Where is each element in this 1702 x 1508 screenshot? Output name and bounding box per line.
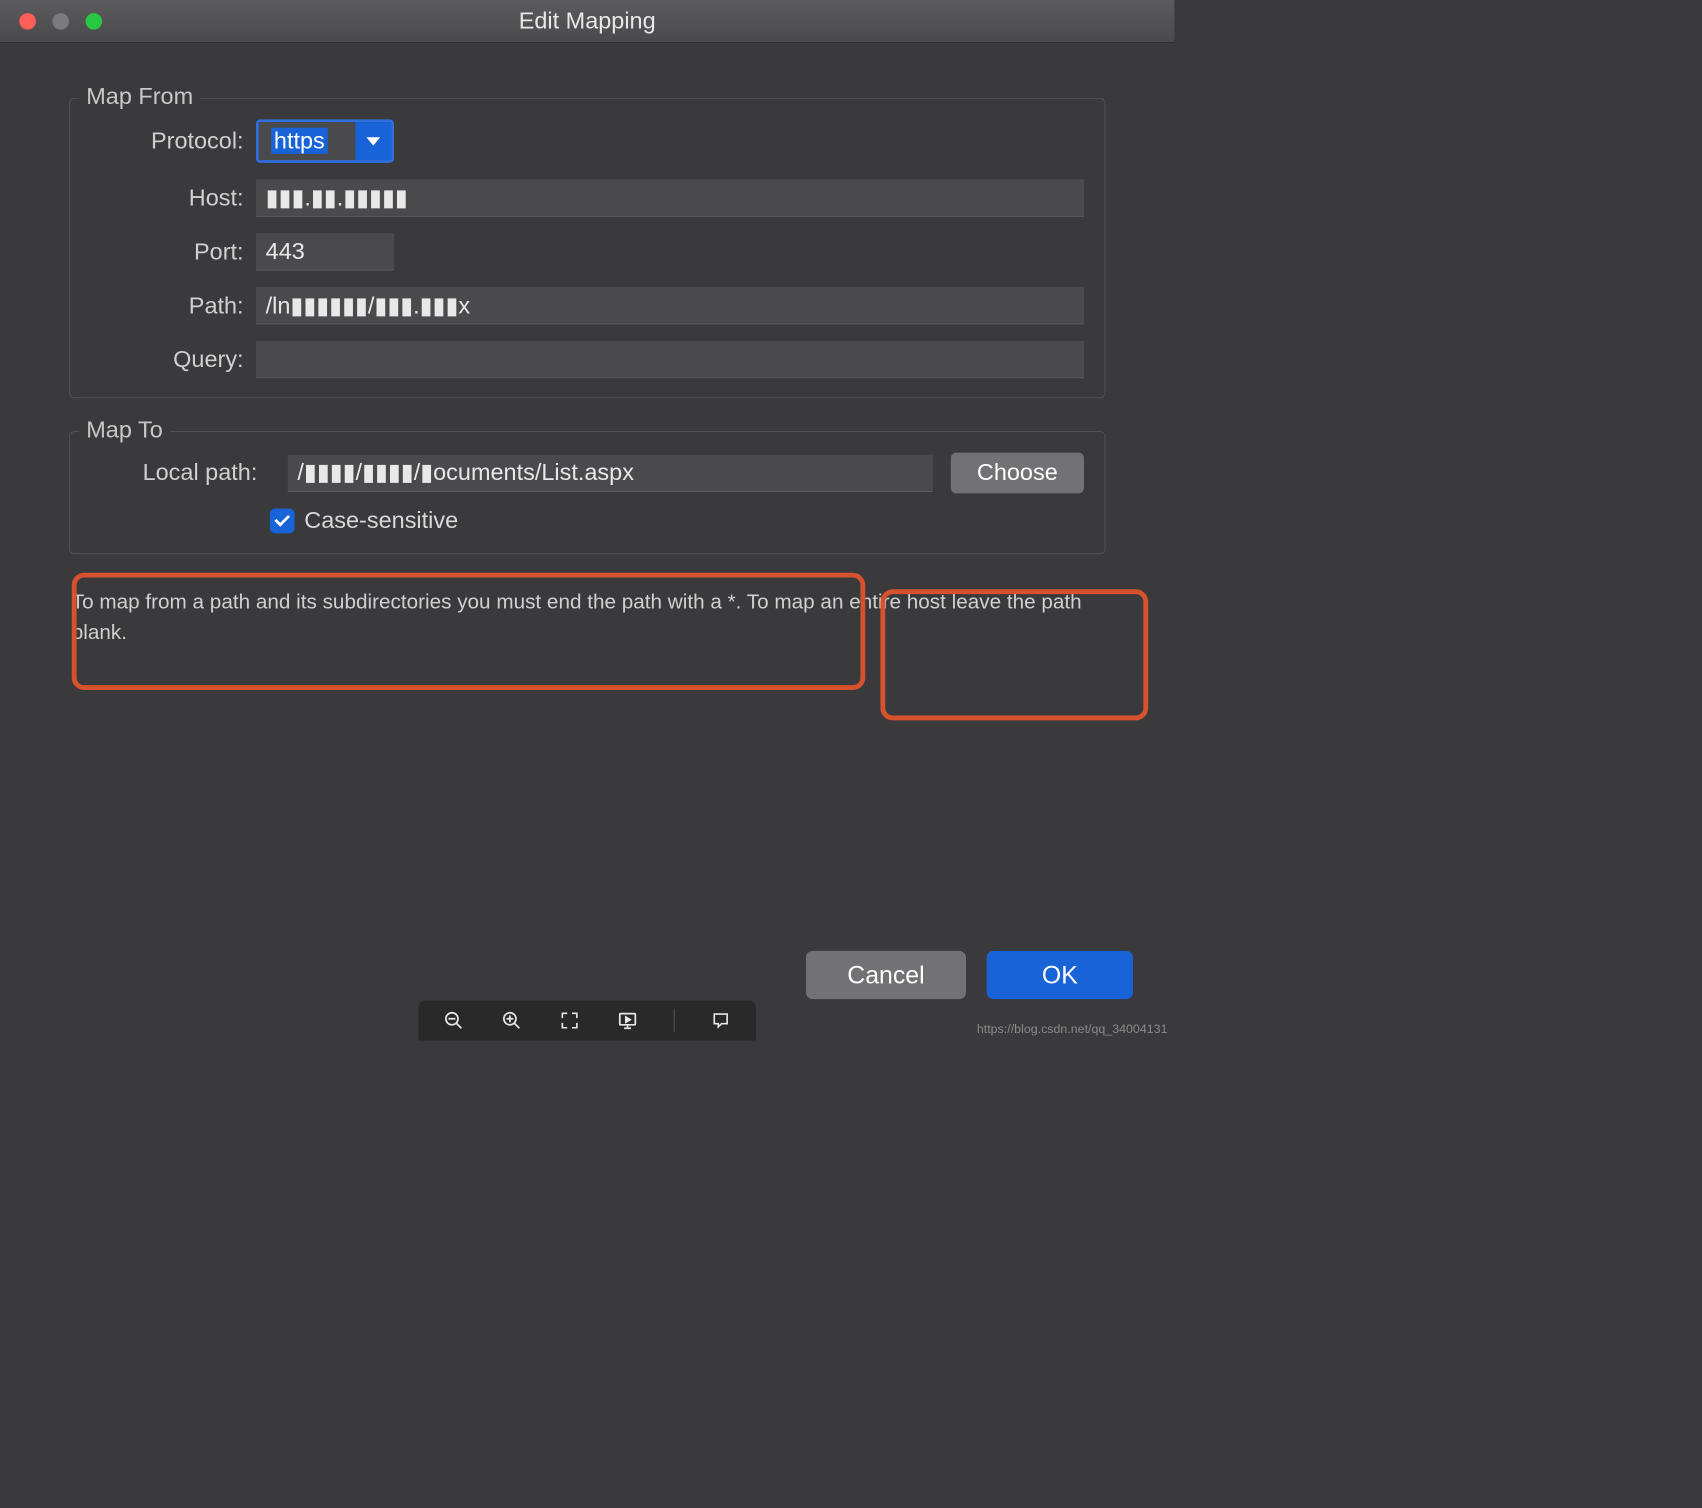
- content: Map From Protocol: https Host: Port: Pat…: [0, 43, 1174, 647]
- map-from-legend: Map From: [79, 83, 200, 110]
- port-label: Port:: [90, 238, 256, 265]
- zoom-in-icon[interactable]: [500, 1009, 523, 1032]
- chevron-down-icon: [355, 122, 391, 160]
- titlebar: Edit Mapping: [0, 0, 1174, 43]
- comment-icon[interactable]: [709, 1009, 732, 1032]
- port-input[interactable]: [256, 233, 394, 270]
- query-row: Query:: [90, 341, 1084, 378]
- window-title: Edit Mapping: [0, 8, 1174, 35]
- toolbar-separator: [674, 1009, 675, 1032]
- footer-buttons: Cancel OK: [806, 951, 1133, 999]
- map-to-fieldset: Map To Local path: Choose Case-sensitive: [69, 431, 1105, 554]
- protocol-select[interactable]: https: [256, 119, 394, 162]
- fullscreen-icon[interactable]: [558, 1009, 581, 1032]
- local-path-row: Local path: Choose: [90, 453, 1084, 494]
- map-to-legend: Map To: [79, 417, 169, 444]
- case-sensitive-row: Case-sensitive: [270, 507, 1084, 534]
- case-sensitive-label: Case-sensitive: [304, 507, 458, 534]
- hint-text: To map from a path and its subdirectorie…: [69, 587, 1105, 647]
- watermark: https://blog.csdn.net/qq_34004131: [977, 1022, 1168, 1036]
- protocol-label: Protocol:: [90, 128, 256, 155]
- port-row: Port:: [90, 233, 1084, 270]
- protocol-row: Protocol: https: [90, 119, 1084, 162]
- slideshow-icon[interactable]: [616, 1009, 639, 1032]
- edit-mapping-window: Edit Mapping Map From Protocol: https Ho…: [0, 0, 1174, 1041]
- checkmark-icon: [274, 511, 290, 527]
- viewer-toolbar: [418, 1001, 755, 1041]
- path-row: Path:: [90, 287, 1084, 324]
- host-row: Host:: [90, 179, 1084, 216]
- map-from-fieldset: Map From Protocol: https Host: Port: Pat…: [69, 98, 1105, 398]
- protocol-value: https: [271, 128, 327, 154]
- query-input[interactable]: [256, 341, 1084, 378]
- local-path-input[interactable]: [288, 454, 933, 491]
- host-input[interactable]: [256, 179, 1084, 216]
- host-label: Host:: [90, 185, 256, 212]
- ok-button[interactable]: OK: [987, 951, 1133, 999]
- cancel-button[interactable]: Cancel: [806, 951, 966, 999]
- query-label: Query:: [90, 346, 256, 373]
- path-input[interactable]: [256, 287, 1084, 324]
- local-path-label: Local path:: [90, 460, 269, 487]
- case-sensitive-checkbox[interactable]: [270, 508, 295, 533]
- zoom-out-icon[interactable]: [442, 1009, 465, 1032]
- path-label: Path:: [90, 292, 256, 319]
- choose-button[interactable]: Choose: [951, 453, 1084, 494]
